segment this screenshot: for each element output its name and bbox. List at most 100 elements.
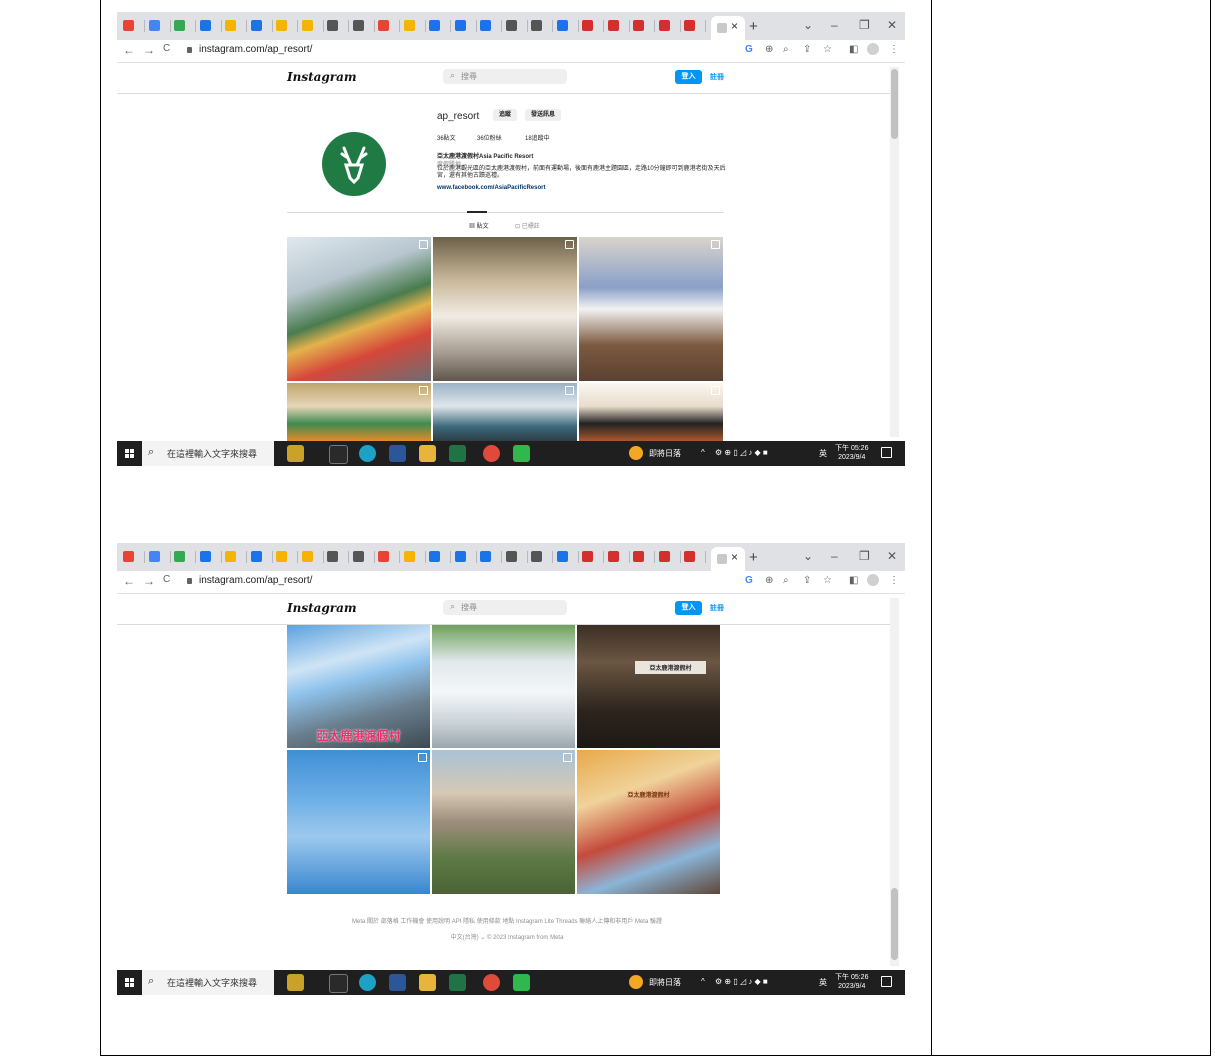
post-thumbnail[interactable]: 亞太鹿港渡假村: [287, 625, 430, 748]
edge-browser-icon[interactable]: [359, 445, 376, 462]
post-thumbnail[interactable]: [433, 237, 577, 381]
browser-tab[interactable]: [198, 548, 222, 566]
browser-tab[interactable]: [172, 17, 196, 35]
line-app-icon[interactable]: [513, 974, 530, 991]
notification-icon[interactable]: [881, 447, 892, 458]
tray-icons[interactable]: ⚙ ⊕ ▯ ◿ ♪ ◆ ■: [715, 977, 768, 986]
post-thumbnail[interactable]: [287, 237, 431, 381]
browser-tab[interactable]: [325, 17, 349, 35]
browser-tab[interactable]: [478, 548, 502, 566]
active-tab[interactable]: ×: [711, 16, 745, 40]
file-explorer-icon[interactable]: [419, 445, 436, 462]
window-close-icon[interactable]: ✕: [887, 549, 897, 563]
zoom-icon[interactable]: ⌕: [783, 575, 789, 586]
browser-tab[interactable]: [657, 548, 681, 566]
tray-overflow-icon[interactable]: ^: [701, 448, 705, 457]
post-thumbnail[interactable]: [287, 750, 430, 894]
address-bar[interactable]: instagram.com/ap_resort/: [199, 44, 312, 55]
browser-tab[interactable]: [351, 548, 375, 566]
browser-tab[interactable]: [504, 548, 528, 566]
back-icon[interactable]: ←: [123, 574, 135, 588]
browser-tab[interactable]: [274, 548, 298, 566]
browser-tab[interactable]: [402, 17, 426, 35]
profile-link[interactable]: www.facebook.com/AsiaPacificResort: [437, 185, 545, 191]
chevron-down-icon[interactable]: ⌄: [803, 549, 813, 563]
install-icon[interactable]: ⊕: [765, 44, 773, 55]
windows-start-icon[interactable]: [125, 978, 134, 987]
browser-tab[interactable]: [249, 548, 273, 566]
browser-tab[interactable]: [427, 548, 451, 566]
tab-tagged[interactable]: ⊡ 已標註: [515, 221, 540, 230]
taskbar-clock[interactable]: 下午 05:26 2023/9/4: [835, 444, 868, 462]
browser-tab[interactable]: [657, 17, 681, 35]
profile-avatar-icon[interactable]: [867, 574, 879, 586]
browser-tab[interactable]: [376, 17, 400, 35]
post-thumbnail[interactable]: 亞太鹿港渡假村: [577, 625, 720, 748]
forward-icon[interactable]: →: [143, 43, 155, 57]
browser-tab[interactable]: [682, 548, 706, 566]
search-input[interactable]: ⌕ 搜尋: [443, 69, 567, 84]
post-thumbnail[interactable]: [287, 383, 431, 441]
post-thumbnail[interactable]: [432, 625, 575, 748]
address-bar[interactable]: instagram.com/ap_resort/: [199, 575, 312, 586]
close-tab-icon[interactable]: ×: [731, 550, 738, 564]
profile-avatar[interactable]: [322, 132, 386, 196]
tab-posts[interactable]: ▦ 貼文: [469, 221, 489, 230]
footer-links[interactable]: Meta 關於 部落格 工作機會 使用說明 API 隱私 使用條款 地點 Ins…: [117, 916, 897, 925]
message-button[interactable]: 發送訊息: [525, 109, 562, 121]
taskbar-search-box[interactable]: ⌕ 在這裡輸入文字來搜尋: [142, 970, 274, 995]
edge-browser-icon[interactable]: [359, 974, 376, 991]
browser-tab[interactable]: [300, 548, 324, 566]
bookmark-star-icon[interactable]: ☆: [823, 575, 832, 586]
browser-tab[interactable]: [121, 548, 145, 566]
install-icon[interactable]: ⊕: [765, 575, 773, 586]
reload-icon[interactable]: C: [163, 43, 170, 54]
active-tab[interactable]: ×: [711, 547, 745, 571]
restore-icon[interactable]: ❐: [859, 18, 870, 32]
share-icon[interactable]: ⇪: [803, 575, 811, 586]
browser-tab[interactable]: [376, 548, 400, 566]
minimize-icon[interactable]: –: [831, 18, 838, 32]
post-thumbnail[interactable]: [433, 383, 577, 441]
excel-icon[interactable]: [449, 974, 466, 991]
post-thumbnail[interactable]: [432, 750, 575, 894]
login-button[interactable]: 登入: [675, 601, 702, 615]
zoom-icon[interactable]: ⌕: [783, 44, 789, 55]
browser-tab[interactable]: [223, 548, 247, 566]
search-input[interactable]: ⌕ 搜尋: [443, 600, 567, 615]
excel-icon[interactable]: [449, 445, 466, 462]
browser-tab[interactable]: [223, 17, 247, 35]
google-icon[interactable]: G: [745, 575, 753, 586]
google-icon[interactable]: G: [745, 44, 753, 55]
new-tab-icon[interactable]: +: [749, 18, 758, 35]
browser-tab[interactable]: [198, 17, 222, 35]
browser-tab[interactable]: [402, 548, 426, 566]
tray-icons[interactable]: ⚙ ⊕ ▯ ◿ ♪ ◆ ■: [715, 448, 768, 457]
post-thumbnail[interactable]: [579, 383, 723, 441]
forward-icon[interactable]: →: [143, 574, 155, 588]
browser-tab[interactable]: [300, 17, 324, 35]
reload-icon[interactable]: C: [163, 574, 170, 585]
weather-text[interactable]: 即將日落: [649, 977, 681, 988]
browser-tab[interactable]: [147, 548, 171, 566]
browser-tab[interactable]: [147, 17, 171, 35]
word-icon[interactable]: [389, 974, 406, 991]
browser-tab[interactable]: [529, 17, 553, 35]
browser-menu-icon[interactable]: ⋮: [889, 575, 899, 586]
browser-tab[interactable]: [427, 17, 451, 35]
tray-overflow-icon[interactable]: ^: [701, 977, 705, 986]
browser-menu-icon[interactable]: ⋮: [889, 44, 899, 55]
briefcase-app-icon[interactable]: [287, 974, 304, 991]
browser-tab[interactable]: [631, 548, 655, 566]
side-panel-icon[interactable]: ◧: [849, 44, 858, 55]
signup-link[interactable]: 註冊: [710, 603, 724, 613]
browser-tab[interactable]: [580, 548, 604, 566]
browser-tab[interactable]: [682, 17, 706, 35]
browser-tab[interactable]: [325, 548, 349, 566]
scrollbar-thumb[interactable]: [891, 69, 898, 139]
page-scrollbar[interactable]: [890, 67, 899, 437]
weather-text[interactable]: 即將日落: [649, 448, 681, 459]
browser-tab[interactable]: [453, 17, 477, 35]
profile-avatar-icon[interactable]: [867, 43, 879, 55]
new-tab-icon[interactable]: +: [749, 549, 758, 566]
